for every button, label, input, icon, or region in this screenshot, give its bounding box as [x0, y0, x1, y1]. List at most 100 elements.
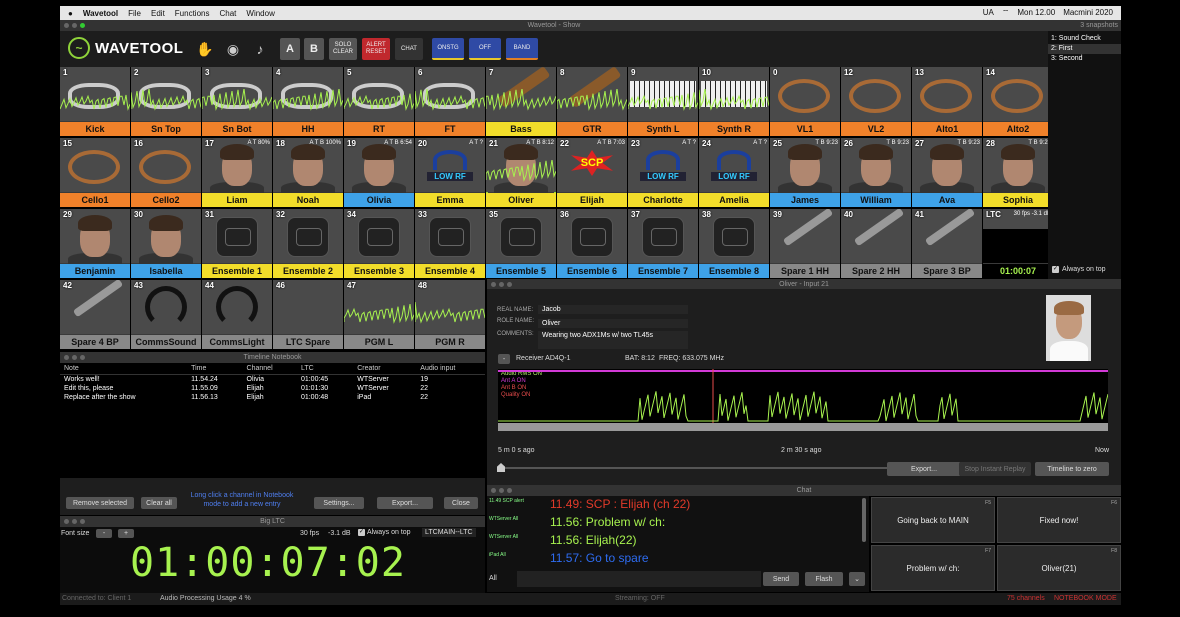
- channel-tile[interactable]: 12 VL2: [841, 67, 911, 136]
- chat-scrollbar[interactable]: [862, 498, 866, 542]
- alert-reset-button[interactable]: ALERT RESET: [362, 38, 390, 60]
- close-dot[interactable]: [491, 488, 496, 493]
- min-dot[interactable]: [72, 519, 77, 524]
- table-row[interactable]: Works well! 11.54.24 Olivia 01:00:45 WTServe…: [60, 375, 485, 384]
- snapshot-item[interactable]: 2: First: [1048, 44, 1121, 54]
- menu-app[interactable]: Wavetool: [83, 9, 118, 18]
- snapshot-item[interactable]: 1: Sound Check: [1048, 34, 1121, 44]
- channel-tile[interactable]: 28 T B 9:23 Sophia: [983, 138, 1053, 207]
- channel-tile[interactable]: 9 Synth L: [628, 67, 698, 136]
- font-plus-button[interactable]: +: [118, 529, 134, 538]
- chat-message[interactable]: 11.56: Elijah(22): [550, 533, 637, 547]
- channel-tile[interactable]: 13 Alto1: [912, 67, 982, 136]
- ontop-checkbox[interactable]: ✓: [1052, 266, 1059, 273]
- channel-tile[interactable]: 17 A T 80% Liam: [202, 138, 272, 207]
- channel-tile[interactable]: 8 GTR: [557, 67, 627, 136]
- info-export-button[interactable]: Export...: [887, 462, 961, 476]
- channel-tile[interactable]: 34 Ensemble 3: [344, 209, 414, 278]
- scrub-handle[interactable]: [497, 463, 505, 472]
- close-button[interactable]: Close: [444, 497, 478, 509]
- ontop-checkbox[interactable]: ✓: [358, 529, 365, 536]
- quick-button-f8[interactable]: F8 Oliver(21): [997, 545, 1121, 591]
- channel-tile[interactable]: LOW RF 24 A T ? Amelia: [699, 138, 769, 207]
- channel-tile[interactable]: 0 VL1: [770, 67, 840, 136]
- min-dot[interactable]: [72, 23, 77, 28]
- send-button[interactable]: Send: [763, 572, 799, 586]
- channel-tile[interactable]: 19 A T B 6:54 Olivia: [344, 138, 414, 207]
- menu-chat[interactable]: Chat: [219, 9, 236, 18]
- stop-replay-button[interactable]: Stop Instant Replay: [959, 462, 1031, 476]
- channel-tile[interactable]: LTC 30 fps -3.1 dB 01:00:07: [983, 209, 1053, 278]
- quick-button-f5[interactable]: F5 Going back to MAIN: [871, 497, 995, 543]
- column-header[interactable]: Audio input: [416, 363, 485, 375]
- channel-tile[interactable]: 5 RT: [344, 67, 414, 136]
- channel-tile[interactable]: 48 PGM R: [415, 280, 485, 349]
- timeline-zero-button[interactable]: Timeline to zero: [1035, 462, 1109, 476]
- snapshot-item[interactable]: 3: Second: [1048, 54, 1121, 64]
- hand-icon[interactable]: ✋: [194, 37, 216, 61]
- channel-tile[interactable]: 46 LTC Spare: [273, 280, 343, 349]
- channel-tile[interactable]: LOW RF 20 A T ? Emma: [415, 138, 485, 207]
- comments-field[interactable]: Wearing two ADX1Ms w/ two TL45s: [538, 331, 688, 349]
- chat-button[interactable]: CHAT: [395, 38, 423, 60]
- close-dot[interactable]: [64, 519, 69, 524]
- min-dot[interactable]: [499, 282, 504, 287]
- menu-file[interactable]: File: [128, 9, 141, 18]
- menu-functions[interactable]: Functions: [175, 9, 210, 18]
- channel-tile[interactable]: 31 Ensemble 1: [202, 209, 272, 278]
- channel-tile[interactable]: 29 Benjamin: [60, 209, 130, 278]
- channel-tile[interactable]: LOW RF 23 A T ? Charlotte: [628, 138, 698, 207]
- min-dot[interactable]: [72, 355, 77, 360]
- channel-tile[interactable]: 36 Ensemble 6: [557, 209, 627, 278]
- settings-button[interactable]: Settings...: [314, 497, 364, 509]
- channel-tile[interactable]: 3 Sn Bot: [202, 67, 272, 136]
- column-header[interactable]: Note: [60, 363, 188, 375]
- channel-tile[interactable]: 14 Alto2: [983, 67, 1053, 136]
- listen-icon[interactable]: ♪: [249, 37, 271, 61]
- quick-button-f7[interactable]: F7 Problem w/ ch:: [871, 545, 995, 591]
- scrub-slider[interactable]: [499, 467, 887, 469]
- export-button[interactable]: Export...: [377, 497, 433, 509]
- channel-tile[interactable]: 6 FT: [415, 67, 485, 136]
- channel-tile[interactable]: 25 T B 9:23 James: [770, 138, 840, 207]
- column-header[interactable]: Time: [187, 363, 243, 375]
- channel-tile[interactable]: 30 Isabella: [131, 209, 201, 278]
- channel-tile[interactable]: 47 PGM L: [344, 280, 414, 349]
- table-row[interactable]: Edit this, please 11.55.09 Elijah 01:01:30 W…: [60, 384, 485, 393]
- channel-tile[interactable]: 35 Ensemble 5: [486, 209, 556, 278]
- channel-tile[interactable]: 4 HH: [273, 67, 343, 136]
- chat-message[interactable]: 11.56: Problem w/ ch:: [550, 515, 665, 529]
- channel-tile[interactable]: 18 A T B 100% Noah: [273, 138, 343, 207]
- channel-tile[interactable]: 21 A T B 8:12 Oliver: [486, 138, 556, 207]
- ltc-source-select[interactable]: LTCMAIN--LTC: [422, 528, 476, 537]
- column-header[interactable]: Channel: [242, 363, 297, 375]
- chat-input[interactable]: [517, 571, 761, 587]
- channel-tile[interactable]: 1 Kick: [60, 67, 130, 136]
- zoom-dot[interactable]: [80, 23, 85, 28]
- solo-clear-button[interactable]: SOLO CLEAR: [329, 38, 357, 60]
- zoom-dot[interactable]: [507, 488, 512, 493]
- clear-all-button[interactable]: Clear all: [141, 497, 177, 509]
- channel-tile[interactable]: SCP 22 A T B 7:03 Elijah: [557, 138, 627, 207]
- channel-tile[interactable]: 40 Spare 2 HH: [841, 209, 911, 278]
- a-button[interactable]: A: [280, 38, 300, 60]
- chat-message[interactable]: 11.49: SCP : Elijah (ch 22): [550, 497, 690, 511]
- chat-message[interactable]: 11.57: Go to spare: [550, 551, 649, 565]
- channel-tile[interactable]: 10 Synth R: [699, 67, 769, 136]
- channel-tile[interactable]: 7 Bass: [486, 67, 556, 136]
- user-name[interactable]: Macmini 2020: [1063, 8, 1113, 18]
- clock-text[interactable]: Mon 12.00: [1017, 8, 1055, 18]
- table-row[interactable]: Replace after the show 11.56.13 Elijah 01:0…: [60, 393, 485, 402]
- close-dot[interactable]: [64, 23, 69, 28]
- close-dot[interactable]: [64, 355, 69, 360]
- input-language[interactable]: UA: [983, 8, 994, 18]
- channel-tile[interactable]: 33 Ensemble 4: [415, 209, 485, 278]
- channel-tile[interactable]: 44 CommsLight: [202, 280, 272, 349]
- column-header[interactable]: Creator: [353, 363, 417, 375]
- timeline-bar[interactable]: [498, 423, 1108, 431]
- chat-recipient-select[interactable]: All: [489, 575, 497, 582]
- channel-tile[interactable]: 37 Ensemble 7: [628, 209, 698, 278]
- channel-tile[interactable]: 16 Cello2: [131, 138, 201, 207]
- zoom-dot[interactable]: [507, 282, 512, 287]
- chat-options-button[interactable]: ⌄: [849, 572, 865, 586]
